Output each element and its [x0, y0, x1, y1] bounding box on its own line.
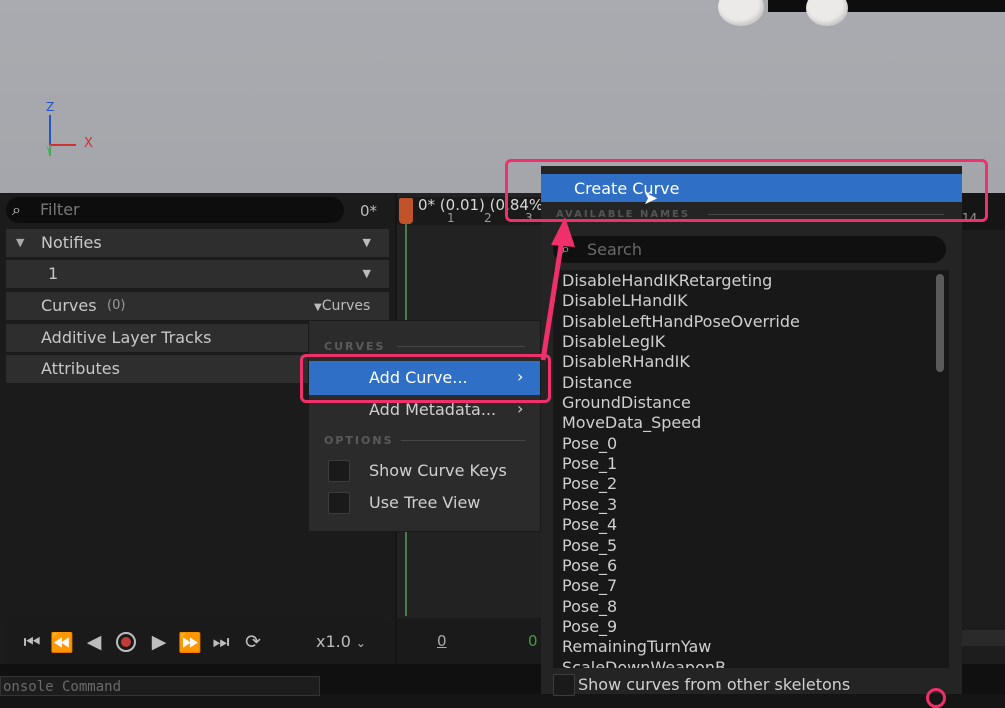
annotation-highlight-add-curve: [300, 354, 551, 403]
list-item[interactable]: ScaleDownWeaponB: [562, 658, 726, 668]
chevron-down-icon[interactable]: ▼: [363, 229, 371, 257]
notify-track-label: 1: [48, 264, 59, 283]
list-item[interactable]: Distance: [562, 373, 632, 392]
play-icon[interactable]: ▶: [147, 630, 171, 654]
list-item[interactable]: DisableHandIKRetargeting: [562, 271, 772, 290]
annotation-arrow: [540, 217, 575, 361]
show-curve-keys-label[interactable]: Show Curve Keys: [369, 461, 507, 480]
curves-track[interactable]: Curves (0) ▼Curves: [6, 292, 389, 320]
search-icon: ⌕: [12, 200, 21, 219]
notifies-label: Notifies: [41, 233, 102, 252]
playback-speed-label: x1.0: [316, 632, 351, 651]
use-tree-view-checkbox[interactable]: [328, 492, 350, 514]
skip-to-end-icon[interactable]: ⏭: [209, 630, 233, 654]
available-names-list[interactable]: DisableHandIKRetargeting DisableLHandIK …: [553, 270, 949, 668]
axis-x-label: X: [84, 136, 93, 151]
list-item[interactable]: Pose_6: [562, 556, 617, 575]
additive-layer-tracks-label: Additive Layer Tracks: [41, 328, 212, 347]
notify-track-1[interactable]: 1 ▼: [6, 260, 389, 288]
annotation-dot: [926, 688, 946, 708]
filter-placeholder: Filter: [40, 200, 80, 219]
chevron-down-icon: ▼: [314, 302, 322, 313]
list-scrollbar-thumb[interactable]: [936, 274, 944, 372]
skip-to-start-icon[interactable]: ⏮: [20, 630, 44, 654]
search-placeholder: Search: [587, 240, 642, 259]
annotation-highlight-create-curve: [505, 159, 988, 222]
list-item[interactable]: Pose_2: [562, 474, 617, 493]
filter-frame-count: 0*: [360, 202, 378, 220]
mannequin-hands: [712, 0, 848, 30]
list-item[interactable]: Pose_8: [562, 597, 617, 616]
list-item[interactable]: DisableLegIK: [562, 332, 665, 351]
step-forward-icon[interactable]: ⏩: [178, 630, 202, 654]
play-reverse-icon[interactable]: ◀: [82, 630, 106, 654]
viewport-toolbar: [768, 0, 1005, 12]
curve-search-input[interactable]: ⌕ Search: [553, 236, 946, 263]
filter-input[interactable]: ⌕ Filter: [6, 197, 344, 223]
step-back-icon[interactable]: ⏪: [50, 630, 74, 654]
chevron-down-icon: ⌄: [355, 636, 366, 650]
show-other-skeletons-checkbox[interactable]: [553, 674, 575, 696]
list-item[interactable]: DisableLHandIK: [562, 291, 688, 310]
right-scrollbar[interactable]: [962, 630, 1005, 646]
list-item[interactable]: Pose_4: [562, 515, 617, 534]
divider: [401, 440, 525, 441]
console-placeholder: onsole Command: [3, 679, 122, 695]
loop-icon[interactable]: ⟳: [241, 630, 265, 654]
timeline-bottom-bar: [397, 618, 542, 664]
list-item[interactable]: RemainingTurnYaw: [562, 637, 711, 656]
playhead-marker[interactable]: [399, 198, 413, 224]
list-item[interactable]: Pose_1: [562, 454, 617, 473]
list-item[interactable]: GroundDistance: [562, 393, 691, 412]
attributes-label: Attributes: [41, 359, 120, 378]
axis-z-label: Z: [46, 100, 55, 114]
list-item[interactable]: Pose_9: [562, 617, 617, 636]
list-item[interactable]: MoveData_Speed: [562, 413, 701, 432]
collapse-arrow-icon: ▼: [16, 236, 25, 249]
timeline-bottom-start: 0: [437, 632, 447, 650]
playback-speed-dropdown[interactable]: x1.0 ⌄: [316, 632, 366, 651]
list-item[interactable]: DisableRHandIK: [562, 352, 690, 371]
list-item[interactable]: Pose_7: [562, 576, 617, 595]
list-item[interactable]: Pose_5: [562, 536, 617, 555]
list-item[interactable]: DisableLeftHandPoseOverride: [562, 312, 800, 331]
curves-dropdown-label: Curves: [321, 298, 371, 314]
console-input[interactable]: onsole Command: [0, 676, 320, 696]
record-icon[interactable]: [114, 630, 138, 654]
right-edge-panel: [962, 230, 1005, 664]
use-tree-view-label[interactable]: Use Tree View: [369, 493, 480, 512]
curves-label: Curves: [41, 296, 97, 315]
axis-y-label: Y: [46, 146, 52, 156]
curves-context-menu: CURVES Add Curve... › Add Metadata... › …: [308, 320, 541, 532]
curves-section-header: CURVES: [324, 340, 386, 353]
options-section-header: OPTIONS: [324, 434, 394, 447]
list-item[interactable]: Pose_3: [562, 495, 617, 514]
show-curve-keys-checkbox[interactable]: [328, 460, 350, 482]
list-item[interactable]: Pose_0: [562, 434, 617, 453]
divider: [397, 346, 525, 347]
notifies-track[interactable]: ▼ Notifies ▼: [6, 229, 389, 257]
timeline-tick-2: 2: [484, 211, 492, 225]
chevron-down-icon[interactable]: ▼: [363, 260, 371, 288]
timeline-tick-1: 1: [447, 211, 455, 225]
curves-count: (0): [107, 298, 126, 313]
timeline-bottom-end: 0: [528, 632, 538, 650]
curves-dropdown-button[interactable]: ▼Curves: [314, 292, 370, 322]
show-other-skeletons-label[interactable]: Show curves from other skeletons: [578, 675, 850, 694]
